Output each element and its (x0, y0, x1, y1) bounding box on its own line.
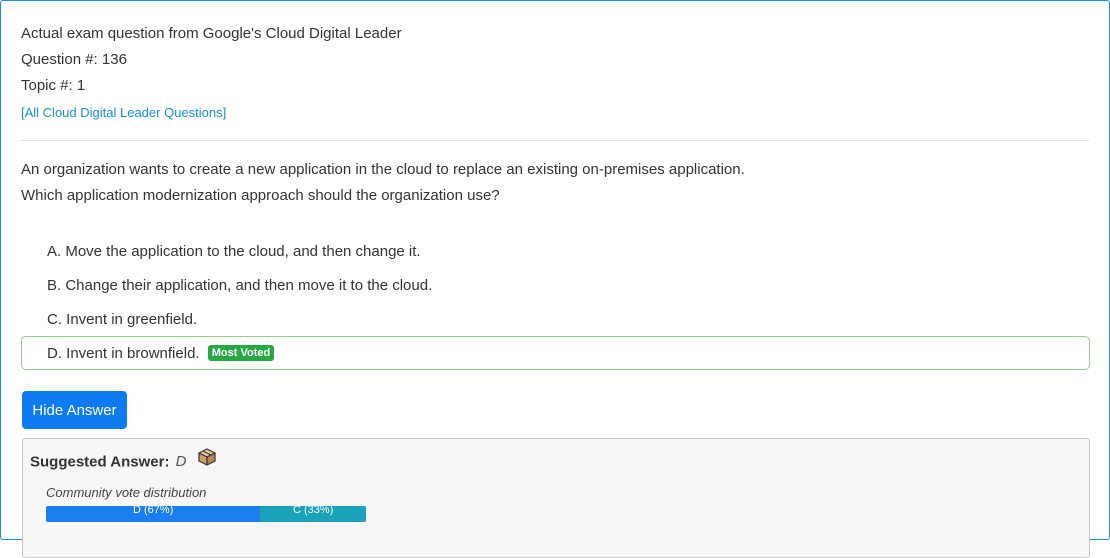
question-text-line-1: An organization wants to create a new ap… (21, 161, 745, 178)
suggested-answer-value: D (175, 453, 187, 471)
choice-b-text: B. Change their application, and then mo… (47, 277, 433, 294)
most-voted-badge: Most Voted (207, 345, 275, 362)
suggested-answer-panel: Suggested Answer: D Community vote distr… (22, 438, 1090, 558)
suggested-answer: Suggested Answer: D (30, 447, 217, 476)
all-questions-link[interactable]: [All Cloud Digital Leader Questions] (21, 100, 226, 126)
question-body: An organization wants to create a new ap… (21, 157, 1089, 209)
question-number: Question #: 136 (21, 51, 127, 68)
question-header: Actual exam question from Google's Cloud… (21, 21, 402, 126)
choice-a-text: A. Move the application to the cloud, an… (47, 243, 421, 260)
choice-a[interactable]: A. Move the application to the cloud, an… (21, 234, 1090, 268)
box-icon (197, 447, 217, 474)
header-divider (21, 140, 1089, 141)
choice-c[interactable]: C. Invent in greenfield. (21, 302, 1090, 336)
vote-segment-c: C (33%) (260, 506, 366, 522)
choice-c-text: C. Invent in greenfield. (47, 311, 198, 328)
question-card: Actual exam question from Google's Cloud… (0, 0, 1110, 558)
question-text-line-2: Which application modernization approach… (21, 187, 500, 204)
choice-d-text: D. Invent in brownfield. (47, 345, 200, 362)
community-vote-label: Community vote distribution (46, 485, 207, 500)
answer-choices: A. Move the application to the cloud, an… (21, 234, 1090, 370)
vote-distribution-bar: D (67%) C (33%) (46, 506, 366, 522)
choice-b[interactable]: B. Change their application, and then mo… (21, 268, 1090, 302)
vote-segment-d: D (67%) (46, 506, 261, 522)
choice-d[interactable]: D. Invent in brownfield. Most Voted (21, 336, 1090, 370)
hide-answer-button[interactable]: Hide Answer (22, 391, 127, 429)
suggested-answer-label: Suggested Answer: (30, 453, 170, 471)
exam-source: Actual exam question from Google's Cloud… (21, 25, 402, 42)
topic-number: Topic #: 1 (21, 77, 86, 94)
